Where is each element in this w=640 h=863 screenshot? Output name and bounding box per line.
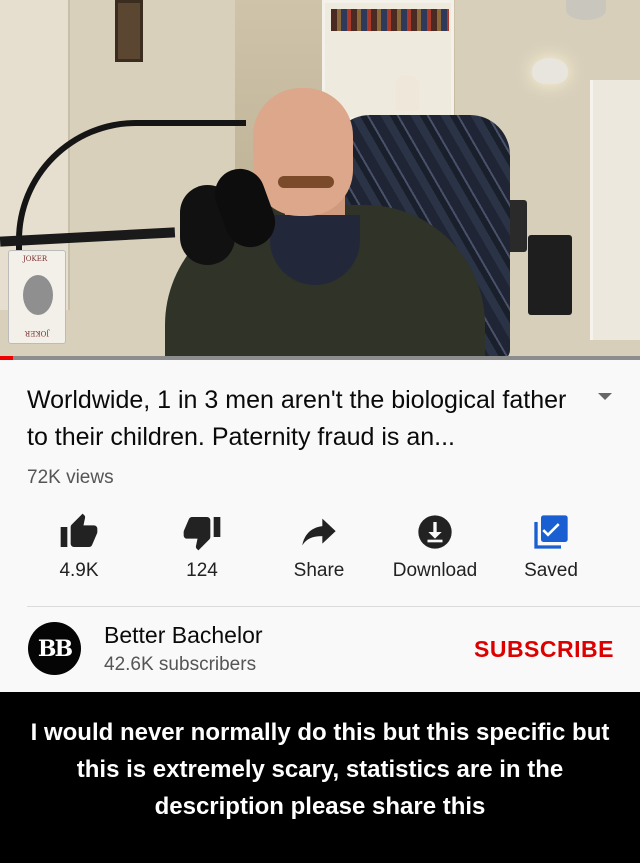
video-player[interactable]: JOKER JOKER bbox=[0, 0, 640, 360]
channel-avatar[interactable]: BB bbox=[28, 622, 81, 675]
lamp-shade bbox=[566, 0, 606, 20]
card-label-bottom: JOKER bbox=[25, 329, 50, 337]
avatar-monogram: BB bbox=[37, 635, 73, 662]
like-button[interactable]: 4.9K bbox=[24, 508, 134, 588]
presenter-head bbox=[253, 88, 353, 216]
download-label: Download bbox=[392, 560, 478, 581]
download-button[interactable]: Download bbox=[380, 508, 490, 588]
action-bar: 4.9K 124 Share Download Saved bbox=[0, 508, 640, 588]
share-icon bbox=[302, 518, 336, 546]
dislike-button[interactable]: 124 bbox=[147, 508, 257, 588]
saved-icon bbox=[534, 515, 568, 549]
trash-bin bbox=[528, 235, 572, 315]
dislike-count: 124 bbox=[186, 560, 218, 581]
saved-label: Saved bbox=[524, 560, 578, 581]
card-face bbox=[23, 275, 53, 315]
view-count: 72K views bbox=[27, 467, 114, 488]
expand-chevron-icon[interactable] bbox=[598, 393, 612, 400]
caption-text: I would never normally do this but this … bbox=[0, 692, 640, 863]
card-label-top: JOKER bbox=[23, 255, 48, 263]
subscriber-count: 42.6K subscribers bbox=[104, 654, 257, 675]
thumbs-up-icon bbox=[60, 513, 98, 547]
video-title[interactable]: Worldwide, 1 in 3 men aren't the biologi… bbox=[27, 382, 587, 456]
video-info-panel: Worldwide, 1 in 3 men aren't the biologi… bbox=[0, 360, 640, 692]
channel-name[interactable]: Better Bachelor bbox=[104, 622, 263, 649]
right-shelf bbox=[590, 80, 640, 340]
thumbs-down-icon bbox=[183, 517, 221, 551]
subscribe-button[interactable]: SUBSCRIBE bbox=[474, 636, 614, 663]
download-icon bbox=[418, 515, 452, 549]
share-button[interactable]: Share bbox=[264, 508, 374, 588]
joker-card: JOKER JOKER bbox=[8, 250, 66, 344]
bookshelf bbox=[322, 0, 454, 120]
wall-picture bbox=[115, 0, 143, 62]
saved-button[interactable]: Saved bbox=[496, 508, 606, 588]
share-label: Share bbox=[293, 560, 345, 581]
like-count: 4.9K bbox=[59, 560, 99, 581]
divider bbox=[27, 606, 640, 607]
lamp bbox=[532, 58, 568, 84]
presenter-mustache bbox=[278, 176, 334, 188]
